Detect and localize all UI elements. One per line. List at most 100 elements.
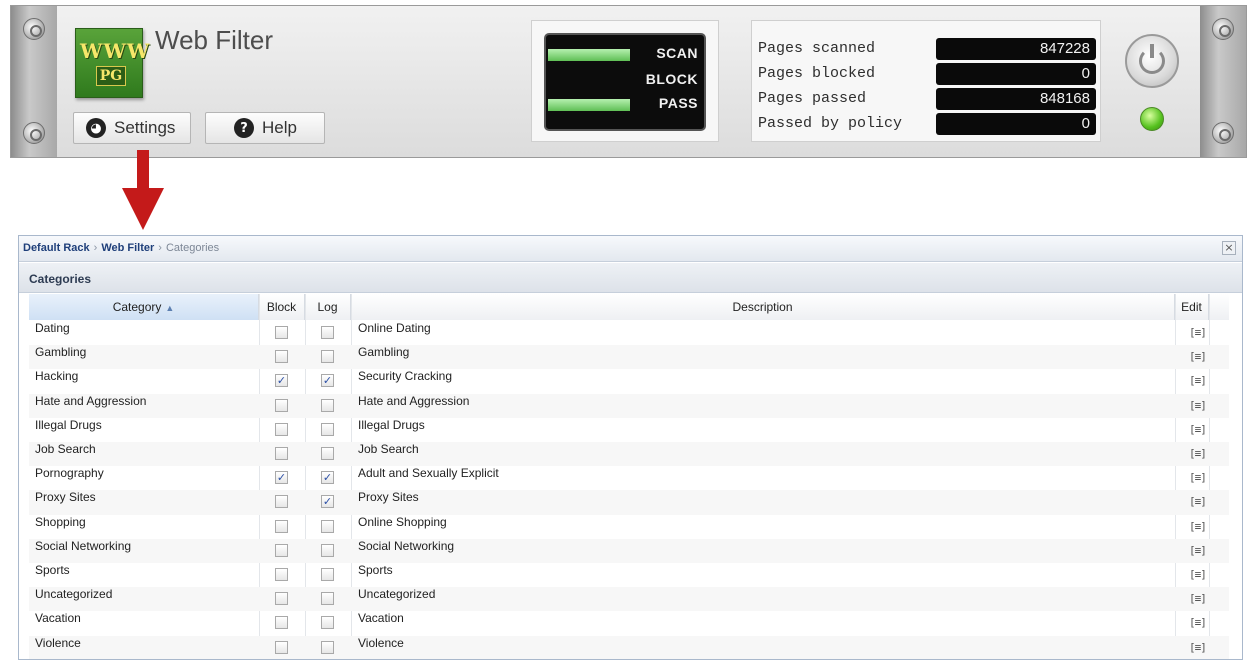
breadcrumb-default-rack[interactable]: Default Rack [23, 242, 90, 254]
metric-pages-scanned: Pages scanned 847228 [758, 38, 1096, 60]
table-header: Category ▲ Block Log Description Edit [29, 294, 1229, 320]
screw-icon [23, 122, 45, 144]
edit-icon[interactable]: [≡] [1189, 520, 1207, 534]
category-description: Adult and Sexually Explicit [358, 466, 499, 481]
metrics-display: Pages scanned 847228 Pages blocked 0 Pag… [751, 20, 1101, 142]
table-row: Uncategorized Uncategorized [≡] [29, 587, 1229, 612]
log-checkbox[interactable]: ✓ [321, 471, 334, 485]
edit-icon[interactable]: [≡] [1189, 592, 1207, 606]
edit-icon[interactable]: [≡] [1189, 350, 1207, 364]
category-name: Job Search [35, 442, 96, 456]
column-header-category[interactable]: Category ▲ [29, 294, 259, 320]
help-button[interactable]: ? Help [205, 112, 325, 144]
column-header-edit[interactable]: Edit [1175, 294, 1209, 320]
category-description: Sports [358, 563, 393, 577]
log-checkbox[interactable] [321, 568, 334, 581]
category-name: Gambling [35, 345, 87, 360]
edit-icon[interactable]: [≡] [1189, 374, 1207, 388]
status-row-scan: SCAN [546, 45, 704, 63]
app-title: Web Filter [155, 25, 273, 55]
category-description: Security Cracking [358, 369, 453, 384]
screw-icon [1212, 122, 1234, 144]
metric-passed-by-policy: Passed by policy 0 [758, 113, 1096, 135]
status-led-icon [1140, 107, 1164, 131]
log-checkbox[interactable] [321, 447, 334, 460]
category-description: Vacation [358, 611, 404, 626]
block-checkbox[interactable]: ✓ [275, 374, 288, 388]
table-row: Pornography ✓ ✓ Adult and Sexually Explicit… [29, 466, 1229, 490]
settings-button[interactable]: ◕ Settings [73, 112, 191, 144]
log-checkbox[interactable] [321, 350, 334, 364]
metric-pages-blocked: Pages blocked 0 [758, 63, 1096, 85]
log-checkbox[interactable] [321, 519, 334, 533]
table-row: Job Search Job Search [≡] [29, 442, 1229, 467]
category-name: Illegal Drugs [35, 417, 102, 432]
block-checkbox[interactable]: ✓ [275, 471, 288, 485]
category-name: Vacation [35, 611, 81, 626]
category-description: Online Shopping [358, 514, 447, 529]
status-row-block: BLOCK [645, 71, 698, 87]
breadcrumb-web-filter[interactable]: Web Filter [101, 242, 154, 254]
edit-icon[interactable]: [≡] [1189, 471, 1207, 485]
log-checkbox[interactable]: ✓ [321, 374, 334, 388]
edit-icon[interactable]: [≡] [1189, 423, 1207, 437]
edit-icon[interactable]: [≡] [1189, 495, 1207, 509]
log-checkbox[interactable] [321, 398, 334, 412]
screw-icon [23, 18, 45, 40]
block-checkbox[interactable] [275, 398, 288, 412]
block-checkbox[interactable] [275, 519, 288, 533]
column-header-block[interactable]: Block [259, 294, 305, 320]
log-checkbox[interactable] [321, 326, 334, 339]
block-checkbox[interactable] [275, 543, 288, 557]
edit-icon[interactable]: [≡] [1189, 544, 1207, 558]
edit-icon[interactable]: [≡] [1189, 616, 1207, 630]
category-name: Pornography [35, 466, 104, 481]
block-checkbox[interactable] [275, 326, 288, 339]
edit-icon[interactable]: [≡] [1189, 641, 1207, 655]
category-name: Proxy Sites [35, 490, 96, 505]
edit-icon[interactable]: [≡] [1189, 568, 1207, 582]
edit-icon[interactable]: [≡] [1189, 326, 1207, 340]
block-checkbox[interactable] [275, 640, 288, 654]
block-checkbox[interactable] [275, 592, 288, 606]
settings-icon: ◕ [86, 118, 106, 138]
column-header-spacer [1209, 294, 1229, 320]
table-row: Vacation Vacation [≡] [29, 611, 1229, 635]
log-checkbox[interactable] [321, 592, 334, 606]
category-description: Violence [358, 635, 404, 650]
category-description: Hate and Aggression [358, 393, 470, 408]
breadcrumb: Default Rack › Web Filter › Categories [23, 242, 220, 254]
block-checkbox[interactable] [275, 447, 288, 460]
rack-ear-left [11, 6, 57, 157]
close-icon[interactable]: × [1222, 241, 1236, 255]
block-checkbox[interactable] [275, 350, 288, 364]
block-checkbox[interactable] [275, 616, 288, 630]
status-screen: SCAN BLOCK PASS [544, 33, 706, 131]
block-checkbox[interactable] [275, 495, 288, 509]
help-icon: ? [234, 118, 254, 138]
category-name: Violence [35, 635, 81, 650]
log-checkbox[interactable] [321, 543, 334, 557]
log-checkbox[interactable] [321, 616, 334, 630]
column-header-log[interactable]: Log [305, 294, 351, 320]
log-checkbox[interactable] [321, 640, 334, 654]
table-row: Social Networking Social Networking [≡] [29, 538, 1229, 563]
pass-activity-bar [548, 99, 630, 111]
power-button[interactable] [1125, 34, 1179, 88]
column-header-description[interactable]: Description [351, 294, 1175, 320]
log-checkbox[interactable] [321, 422, 334, 436]
status-display: SCAN BLOCK PASS [531, 20, 719, 142]
table-row: Dating Online Dating [≡] [29, 321, 1229, 345]
table-row: Shopping Online Shopping [≡] [29, 515, 1229, 539]
category-description: Gambling [358, 345, 410, 360]
help-button-label: Help [262, 118, 297, 137]
edit-icon[interactable]: [≡] [1189, 399, 1207, 413]
log-checkbox[interactable]: ✓ [321, 495, 334, 509]
block-checkbox[interactable] [275, 422, 288, 436]
power-icon [1139, 44, 1165, 74]
edit-icon[interactable]: [≡] [1189, 447, 1207, 461]
block-checkbox[interactable] [275, 568, 288, 581]
settings-button-label: Settings [114, 118, 176, 137]
category-description: Illegal Drugs [358, 417, 425, 432]
panel-title: Categories [19, 263, 1242, 293]
